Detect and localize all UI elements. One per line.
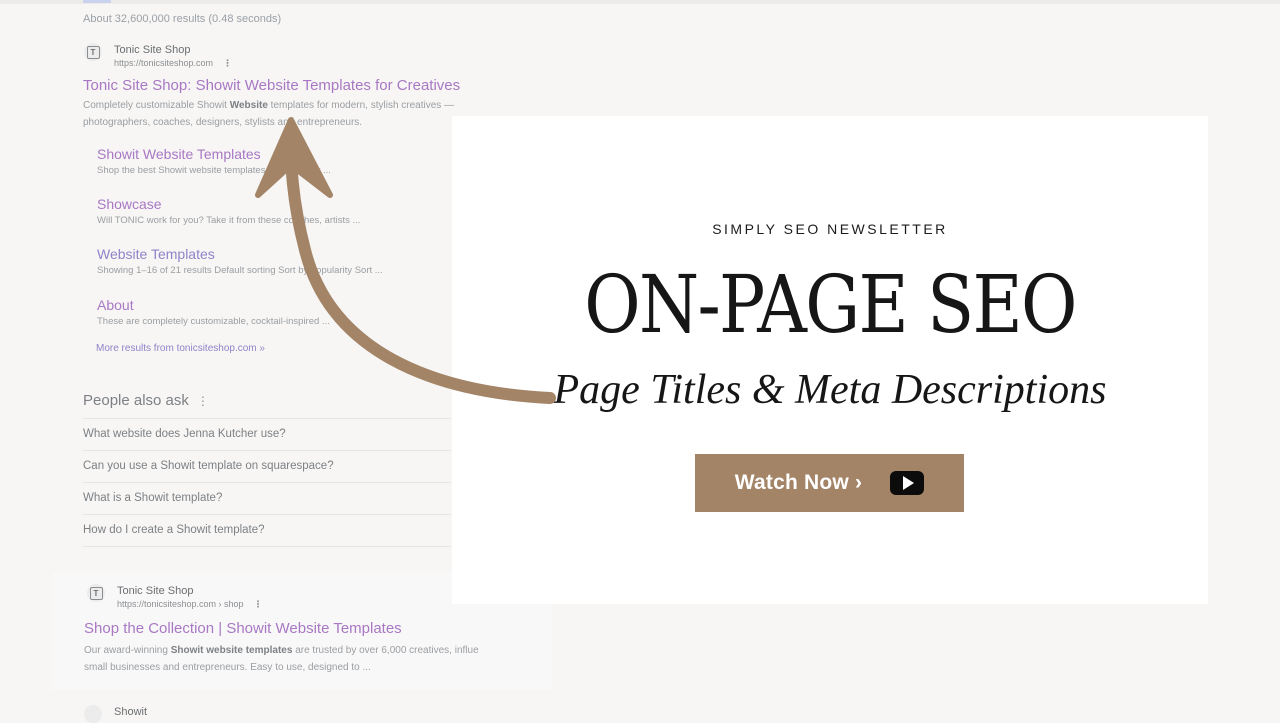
curved-arrow-icon — [255, 117, 556, 404]
